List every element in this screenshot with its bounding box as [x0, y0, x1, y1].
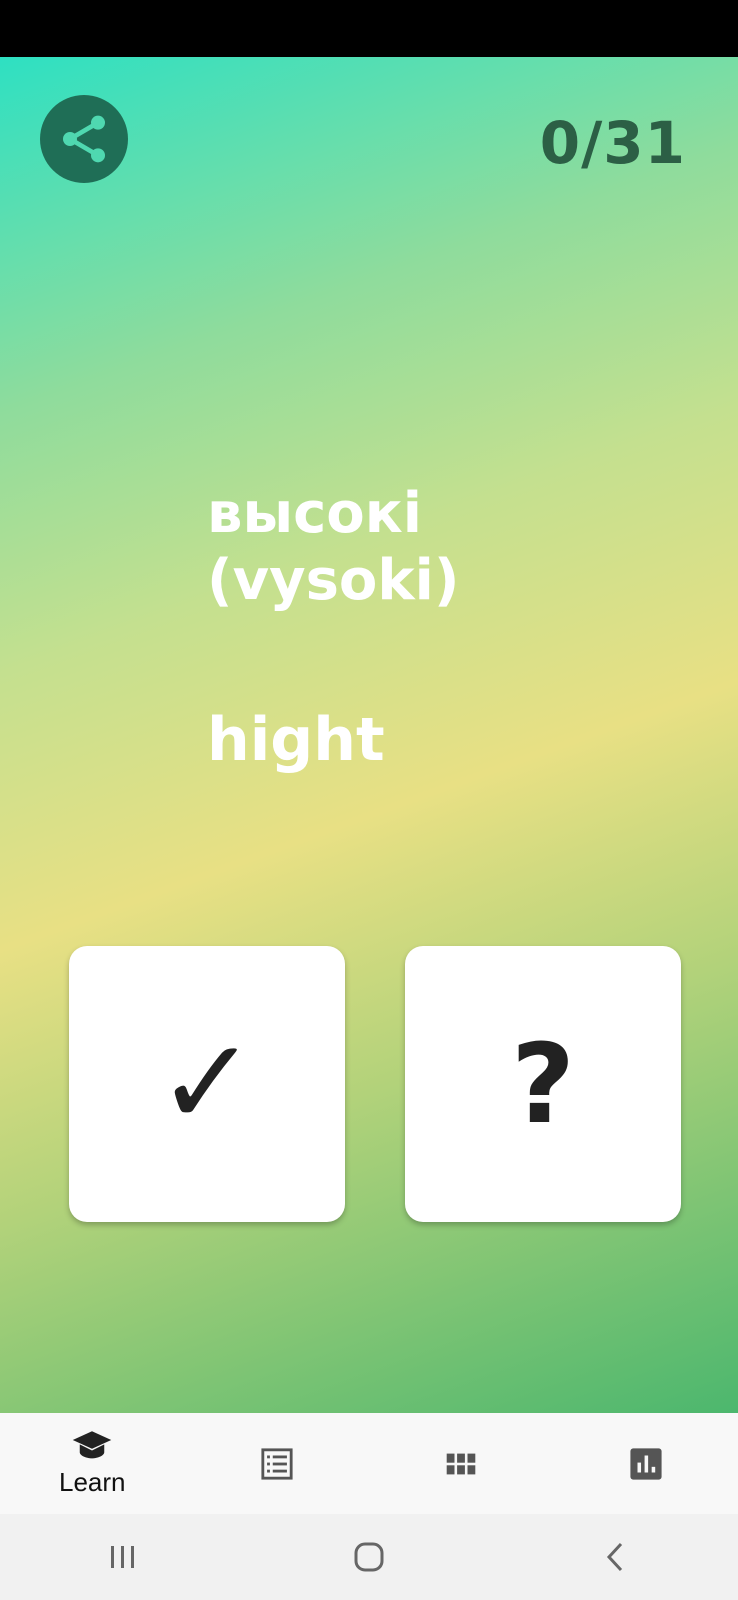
- nav-item-list[interactable]: [185, 1413, 370, 1514]
- home-button[interactable]: [246, 1541, 492, 1573]
- checkmark-icon: ✓: [156, 1014, 258, 1153]
- grid-icon: [446, 1453, 476, 1474]
- nav-item-learn[interactable]: Learn: [0, 1413, 185, 1514]
- bottom-nav: Learn: [0, 1413, 738, 1514]
- graduation-cap-icon: [73, 1431, 112, 1459]
- bar-chart-icon: [630, 1447, 662, 1480]
- share-icon: [63, 115, 105, 163]
- nav-item-stats[interactable]: [554, 1413, 738, 1514]
- flashcard-screen: 0/31 высокі (vysoki) hight ✓ ?: [0, 57, 738, 1413]
- word-native: высокі: [207, 481, 422, 546]
- know-button[interactable]: ✓: [69, 946, 345, 1222]
- word-block: высокі (vysoki): [207, 482, 459, 616]
- nav-item-grid[interactable]: [369, 1413, 554, 1514]
- back-icon: [606, 1542, 623, 1572]
- progress-counter: 0/31: [539, 109, 686, 177]
- question-mark-icon: ?: [511, 1020, 575, 1148]
- home-icon: [354, 1542, 384, 1572]
- status-bar: [0, 0, 738, 57]
- recent-apps-icon: [111, 1546, 134, 1568]
- nav-label-learn: Learn: [59, 1467, 126, 1497]
- word-translation: hight: [207, 705, 385, 775]
- back-button[interactable]: [492, 1541, 738, 1573]
- word-transliteration: (vysoki): [207, 548, 460, 613]
- recent-apps-button[interactable]: [0, 1543, 246, 1571]
- dont-know-button[interactable]: ?: [405, 946, 681, 1222]
- share-button[interactable]: [40, 95, 128, 183]
- system-navigation-bar: [0, 1514, 738, 1600]
- list-icon: [261, 1447, 293, 1480]
